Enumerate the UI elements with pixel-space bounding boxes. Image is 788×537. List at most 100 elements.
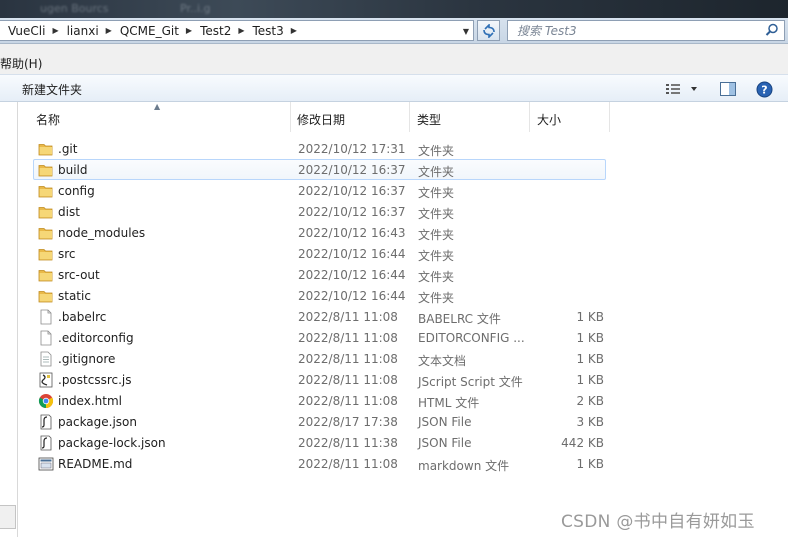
file-name: .gitignore <box>58 352 116 366</box>
search-icon[interactable] <box>764 22 780 38</box>
file-row[interactable]: .gitignore 2022/8/11 11:08 文本文档 1 KB <box>33 348 606 369</box>
file-size: 1 KB <box>576 310 604 324</box>
navigation-pane[interactable] <box>0 102 18 537</box>
file-type: 文件夹 <box>418 186 455 200</box>
refresh-button[interactable] <box>477 20 500 41</box>
file-modified: 2022/10/12 17:31 <box>298 142 406 156</box>
breadcrumb-label: Test3 <box>252 23 284 38</box>
file-row[interactable]: package-lock.json 2022/8/11 11:38 JSON Fil… <box>33 432 606 453</box>
breadcrumb-item[interactable]: Test3 ▶ <box>245 21 297 40</box>
details-view-icon <box>666 84 697 94</box>
file-type: 文件夹 <box>418 207 455 221</box>
file-row[interactable]: src-out 2022/10/12 16:44 文件夹 <box>33 264 606 285</box>
column-header-label: 大小 <box>537 113 562 127</box>
file-type: JSON File <box>418 436 472 450</box>
file-type: 文件夹 <box>418 270 455 284</box>
file-modified: 2022/8/11 11:08 <box>298 457 398 471</box>
breadcrumb-item[interactable]: VueCli ▶ <box>0 21 59 40</box>
svg-text:?: ? <box>761 83 767 96</box>
breadcrumb-label: VueCli <box>8 23 46 38</box>
address-bar-row: VueCli ▶ lianxi ▶ QCME_Git ▶ Test2 ▶ Test3 ▶ … <box>0 18 788 44</box>
file-name: dist <box>58 205 80 219</box>
file-modified: 2022/10/12 16:43 <box>298 226 406 240</box>
chevron-right-icon[interactable]: ▶ <box>291 26 297 35</box>
search-input[interactable]: 搜索 Test3 <box>507 20 785 41</box>
breadcrumb-item[interactable]: Test2 ▶ <box>192 21 244 40</box>
file-modified: 2022/8/11 11:08 <box>298 352 398 366</box>
file-modified: 2022/10/12 16:44 <box>298 289 406 303</box>
column-header-label: 类型 <box>417 113 442 127</box>
file-row[interactable]: config 2022/10/12 16:37 文件夹 <box>33 180 606 201</box>
file-type: 文件夹 <box>418 249 455 263</box>
json-file-icon <box>38 435 54 451</box>
file-type: 文件夹 <box>418 165 455 179</box>
file-type: HTML 文件 <box>418 396 480 410</box>
preview-pane-icon <box>720 82 736 96</box>
menu-bar: 帮助(H) <box>0 44 788 74</box>
file-list-view[interactable]: 名称 ▲ 修改日期 类型 大小 .git 2022/10/12 17:31 文件夹 b… <box>19 102 788 537</box>
file-name: .postcssrc.js <box>58 373 132 387</box>
preview-pane-button[interactable] <box>718 80 738 98</box>
view-options-button[interactable] <box>664 80 702 98</box>
file-row[interactable]: dist 2022/10/12 16:37 文件夹 <box>33 201 606 222</box>
file-modified: 2022/10/12 16:37 <box>298 205 406 219</box>
folder-icon <box>38 225 54 241</box>
file-name: .git <box>58 142 78 156</box>
breadcrumb-label: lianxi <box>66 23 99 38</box>
file-row[interactable]: src 2022/10/12 16:44 文件夹 <box>33 243 606 264</box>
refresh-icon <box>482 23 495 38</box>
command-toolbar: 新建文件夹 ? <box>0 74 788 102</box>
file-type: 文本文档 <box>418 354 467 368</box>
breadcrumb[interactable]: VueCli ▶ lianxi ▶ QCME_Git ▶ Test2 ▶ Test3 ▶ … <box>0 20 474 41</box>
file-name: build <box>58 163 88 177</box>
file-row[interactable]: index.html 2022/8/11 11:08 HTML 文件 2 KB <box>33 390 606 411</box>
file-modified: 2022/8/11 11:08 <box>298 310 398 324</box>
file-size: 2 KB <box>576 394 604 408</box>
breadcrumb-label: QCME_Git <box>119 23 179 38</box>
navigation-pane-scroll-button[interactable] <box>0 505 16 529</box>
file-row[interactable]: .editorconfig 2022/8/11 11:08 EDITORCONFIG… <box>33 327 606 348</box>
folder-icon <box>38 204 54 220</box>
address-history-dropdown-icon[interactable]: ▼ <box>463 27 469 36</box>
column-header-size[interactable]: 大小 <box>530 102 610 132</box>
column-header-modified[interactable]: 修改日期 <box>290 102 410 132</box>
file-row[interactable]: node_modules 2022/10/12 16:43 文件夹 <box>33 222 606 243</box>
new-folder-button[interactable]: 新建文件夹 <box>22 81 82 98</box>
search-placeholder: 搜索 Test3 <box>517 24 577 38</box>
markdown-file-icon <box>38 456 54 472</box>
sort-ascending-icon: ▲ <box>154 102 161 111</box>
file-row[interactable]: .postcssrc.js 2022/8/11 11:08 JScript Scri… <box>33 369 606 390</box>
file-row[interactable]: build 2022/10/12 16:37 文件夹 <box>33 159 606 180</box>
file-row[interactable]: README.md 2022/8/11 11:08 markdown 文件 1 KB <box>33 453 606 474</box>
column-header-type[interactable]: 类型 <box>410 102 530 132</box>
file-name: package.json <box>58 415 138 429</box>
breadcrumb-item[interactable]: QCME_Git ▶ <box>112 21 192 40</box>
folder-icon <box>38 246 54 262</box>
file-name: src <box>58 247 76 261</box>
help-button[interactable]: ? <box>754 80 774 98</box>
file-type: 文件夹 <box>418 291 455 305</box>
file-row[interactable]: package.json 2022/8/17 17:38 JSON File 3 KB <box>33 411 606 432</box>
file-row[interactable]: static 2022/10/12 16:44 文件夹 <box>33 285 606 306</box>
folder-icon <box>38 141 54 157</box>
file-name: README.md <box>58 457 133 471</box>
folder-icon <box>38 183 54 199</box>
file-name: .editorconfig <box>58 331 134 345</box>
title-ghost-right: Pr..i.g <box>180 2 211 15</box>
file-modified: 2022/8/11 11:08 <box>298 331 398 345</box>
file-type: JSON File <box>418 415 472 429</box>
file-type: EDITORCONFIG ... <box>418 331 525 345</box>
file-modified: 2022/10/12 16:44 <box>298 247 406 261</box>
file-row[interactable]: .git 2022/10/12 17:31 文件夹 <box>33 138 606 159</box>
file-row[interactable]: .babelrc 2022/8/11 11:08 BABELRC 文件 1 KB <box>33 306 606 327</box>
json-file-icon <box>38 414 54 430</box>
column-header-label: 名称 <box>36 113 61 127</box>
file-name: node_modules <box>58 226 146 240</box>
file-size: 1 KB <box>576 352 604 366</box>
file-modified: 2022/8/11 11:08 <box>298 394 398 408</box>
breadcrumb-item[interactable]: lianxi ▶ <box>59 21 112 40</box>
file-modified: 2022/10/12 16:37 <box>298 163 406 177</box>
menu-help[interactable]: 帮助(H) <box>0 44 48 72</box>
file-name: .babelrc <box>58 310 107 324</box>
breadcrumb-label: Test2 <box>200 23 232 38</box>
